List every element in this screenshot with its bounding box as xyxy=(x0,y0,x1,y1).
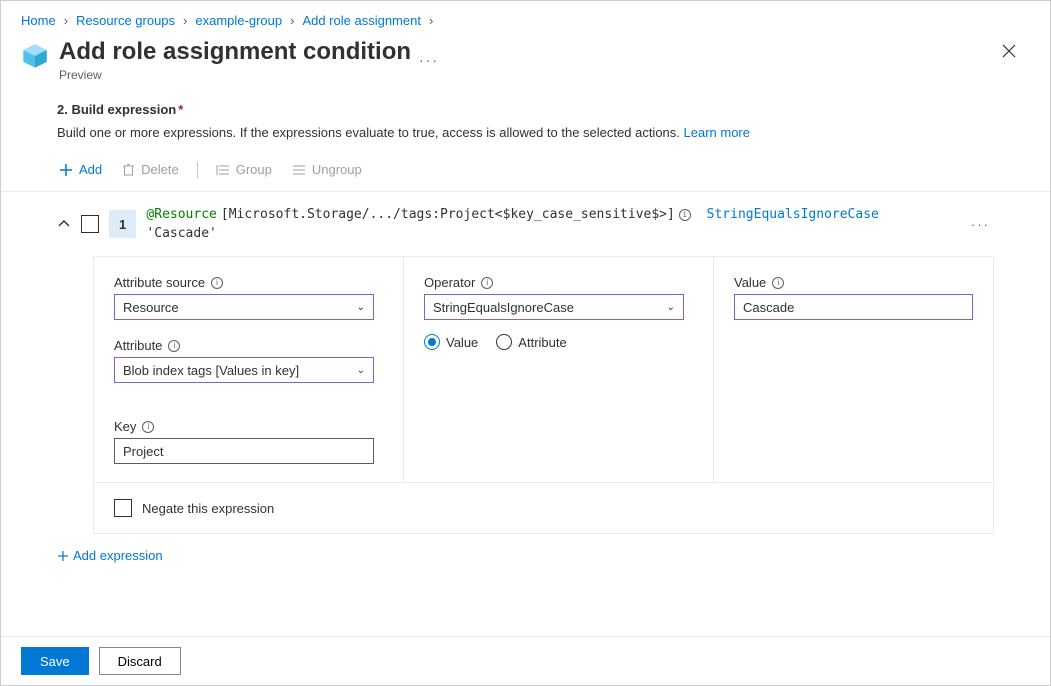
close-button[interactable] xyxy=(996,38,1022,69)
value-input[interactable]: Cascade xyxy=(734,294,973,320)
operand-type-radios: Value Attribute xyxy=(424,334,693,350)
section-description: Build one or more expressions. If the ex… xyxy=(1,121,1050,154)
chevron-up-icon xyxy=(57,217,71,231)
close-icon xyxy=(1002,44,1016,58)
footer: Save Discard xyxy=(1,636,1050,685)
plus-icon xyxy=(59,163,73,177)
chevron-down-icon: ⌄ xyxy=(357,365,365,376)
operator-select[interactable]: StringEqualsIgnoreCase ⌄ xyxy=(424,294,684,320)
expression-list: 1 @Resource [Microsoft.Storage/.../tags:P… xyxy=(1,192,1050,534)
breadcrumb-add-role-assignment[interactable]: Add role assignment xyxy=(302,13,421,28)
section-title: 2. Build expression* xyxy=(1,82,1050,121)
expression-editor-panel: Attribute source i Resource ⌄ Attribute … xyxy=(93,256,994,534)
attribute-source-select[interactable]: Resource ⌄ xyxy=(114,294,374,320)
radio-attribute-label: Attribute xyxy=(518,335,566,350)
chevron-right-icon: › xyxy=(290,13,294,28)
add-button[interactable]: Add xyxy=(57,158,104,181)
cube-icon xyxy=(21,42,49,70)
add-expression-link[interactable]: Add expression xyxy=(57,548,163,563)
ungroup-button[interactable]: Ungroup xyxy=(290,158,364,181)
breadcrumb: Home › Resource groups › example-group ›… xyxy=(1,1,1050,34)
token-value: 'Cascade' xyxy=(146,226,216,241)
info-icon[interactable]: i xyxy=(168,340,180,352)
chevron-right-icon: › xyxy=(183,13,187,28)
radio-icon xyxy=(496,334,512,350)
negate-checkbox[interactable] xyxy=(114,499,132,517)
expression-summary: @Resource [Microsoft.Storage/.../tags:Pro… xyxy=(146,207,957,241)
delete-button[interactable]: Delete xyxy=(120,158,181,181)
negate-row: Negate this expression xyxy=(94,483,993,533)
expression-toolbar: Add Delete Group Ungroup xyxy=(1,154,1050,192)
page-header: Add role assignment condition Preview ··… xyxy=(1,34,1050,82)
expression-checkbox[interactable] xyxy=(81,215,99,233)
info-icon[interactable]: i xyxy=(211,277,223,289)
breadcrumb-resource-groups[interactable]: Resource groups xyxy=(76,13,175,28)
chevron-down-icon: ⌄ xyxy=(667,302,675,313)
info-icon[interactable]: i xyxy=(679,209,691,221)
breadcrumb-example-group[interactable]: example-group xyxy=(195,13,282,28)
radio-value[interactable]: Value xyxy=(424,334,478,350)
key-label: Key i xyxy=(114,419,383,434)
expression-row: 1 @Resource [Microsoft.Storage/.../tags:P… xyxy=(57,206,994,242)
more-icon[interactable]: ··· xyxy=(419,52,439,68)
token-operator: StringEqualsIgnoreCase xyxy=(707,207,879,222)
chevron-right-icon: › xyxy=(64,13,68,28)
chevron-down-icon: ⌄ xyxy=(357,302,365,313)
learn-more-link[interactable]: Learn more xyxy=(684,125,750,140)
radio-attribute[interactable]: Attribute xyxy=(496,334,566,350)
group-button[interactable]: Group xyxy=(214,158,274,181)
operator-column: Operator i StringEqualsIgnoreCase ⌄ Valu… xyxy=(404,257,714,482)
group-icon xyxy=(216,164,230,176)
chevron-right-icon: › xyxy=(429,13,433,28)
trash-icon xyxy=(122,163,135,176)
discard-button[interactable]: Discard xyxy=(99,647,181,675)
radio-icon xyxy=(424,334,440,350)
attribute-label: Attribute i xyxy=(114,338,383,353)
info-icon[interactable]: i xyxy=(481,277,493,289)
value-label: Value i xyxy=(734,275,973,290)
value-column: Value i Cascade xyxy=(714,257,993,482)
expression-index: 1 xyxy=(109,210,137,238)
page-title: Add role assignment condition xyxy=(59,38,411,66)
save-button[interactable]: Save xyxy=(21,647,89,675)
required-indicator: * xyxy=(178,102,183,117)
ungroup-icon xyxy=(292,164,306,176)
attribute-select[interactable]: Blob index tags [Values in key] ⌄ xyxy=(114,357,374,383)
token-resource: @Resource xyxy=(146,207,216,222)
breadcrumb-home[interactable]: Home xyxy=(21,13,56,28)
collapse-toggle[interactable] xyxy=(57,217,71,231)
operator-label: Operator i xyxy=(424,275,693,290)
plus-icon xyxy=(57,550,69,562)
attribute-source-label: Attribute source i xyxy=(114,275,383,290)
info-icon[interactable]: i xyxy=(142,421,154,433)
attribute-column: Attribute source i Resource ⌄ Attribute … xyxy=(94,257,404,482)
key-input[interactable]: Project xyxy=(114,438,374,464)
info-icon[interactable]: i xyxy=(772,277,784,289)
radio-value-label: Value xyxy=(446,335,478,350)
row-more-button[interactable]: ··· xyxy=(967,217,994,232)
toolbar-separator xyxy=(197,162,198,178)
negate-label: Negate this expression xyxy=(142,501,274,516)
preview-label: Preview xyxy=(59,68,411,82)
token-path: [Microsoft.Storage/.../tags:Project<$key… xyxy=(221,207,675,222)
